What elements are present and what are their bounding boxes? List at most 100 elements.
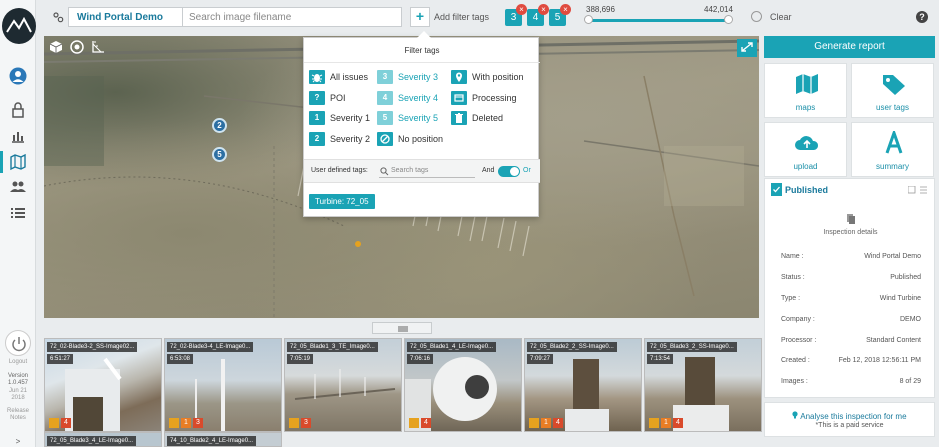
- detail-row-company: Company : DEMO: [781, 316, 921, 323]
- left-nav: Logout Version 1.0.457 Jun 21 2018 Relea…: [0, 0, 36, 447]
- severity-badge-comment-icon: [529, 418, 539, 428]
- generate-report-button[interactable]: Generate report: [764, 36, 935, 58]
- analyse-inspection-box[interactable]: Analyse this inspection for me *This is …: [764, 402, 935, 437]
- plus-icon: +: [415, 8, 425, 24]
- help-icon[interactable]: ?: [916, 11, 928, 23]
- user-defined-tags-label: User defined tags:: [311, 167, 368, 174]
- severity-badge-comment-icon: [409, 418, 419, 428]
- thumbnail-time: 6:51:27: [47, 354, 74, 364]
- tile-label: summary: [876, 162, 909, 171]
- image-thumbnail[interactable]: 72_05_Blade1_4_LE-Image0... 7:06:16 4: [404, 338, 522, 432]
- map-nav-icon[interactable]: [9, 153, 27, 171]
- clear-icon[interactable]: [751, 11, 762, 22]
- user-tag-chip[interactable]: Turbine: 72_05: [309, 194, 375, 209]
- range-slider-track[interactable]: [588, 19, 728, 22]
- expand-map-button[interactable]: [737, 39, 757, 57]
- top-bar: Wind Portal Demo + Add filter tags 3 × 4…: [36, 0, 939, 34]
- nav-footer-line1[interactable]: Logout: [0, 359, 36, 366]
- logo-mountain-icon: [6, 16, 32, 33]
- lock-icon[interactable]: [9, 101, 27, 119]
- detail-key: Status :: [781, 274, 805, 281]
- ruler-icon[interactable]: [91, 40, 109, 58]
- version-label: Version: [7, 373, 28, 379]
- range-min-value: 388,696: [586, 5, 615, 14]
- filter-tag-label: Severity 5: [398, 113, 439, 123]
- image-thumbnail[interactable]: 74_10_Blade2_4_LE-Image0...: [164, 432, 282, 447]
- and-label: And: [482, 167, 495, 174]
- cube-icon[interactable]: [49, 40, 67, 58]
- add-filter-button[interactable]: +: [410, 7, 430, 27]
- active-filter-chip-severity-5[interactable]: 5 ×: [549, 4, 571, 26]
- thumbnail-title: 72_05_Blade1_3_TE_Image0...: [287, 342, 378, 352]
- power-button[interactable]: [5, 330, 31, 356]
- detail-value: Feb 12, 2018 12:56:11 PM: [838, 357, 921, 364]
- thumbnail-time: 7:06:16: [407, 354, 434, 364]
- thumbnail-title: 72_05_Blade1_4_LE-Image0...: [407, 342, 497, 352]
- summary-tile[interactable]: summary: [851, 122, 934, 177]
- range-slider-min-handle[interactable]: [584, 15, 593, 24]
- filter-popup-title: Filter tags: [404, 46, 440, 55]
- search-tags-input[interactable]: Search tags: [379, 165, 475, 178]
- pin-icon: [451, 70, 467, 84]
- notes-label[interactable]: Notes: [0, 415, 36, 422]
- menu-icon: [920, 186, 927, 194]
- list-icon[interactable]: [9, 204, 27, 222]
- detail-value: Wind Turbine: [879, 295, 921, 302]
- user-tags-tile[interactable]: user tags: [851, 63, 934, 118]
- active-filter-chip-severity-3[interactable]: 3 ×: [505, 4, 527, 26]
- chart-icon[interactable]: [9, 127, 27, 145]
- thumbnail-title: 74_10_Blade2_4_LE-Image0...: [167, 436, 257, 446]
- image-thumbnail[interactable]: 72_02-Blade3-2_SS-Image02... 6:51:27 4: [44, 338, 162, 432]
- release-label[interactable]: Release: [0, 408, 36, 415]
- thumbnail-time: 7:09:27: [527, 354, 554, 364]
- filter-tag-label: POI: [330, 93, 346, 103]
- detail-row-type: Type : Wind Turbine: [781, 295, 921, 302]
- severity-badge-comment-icon: [169, 418, 179, 428]
- users-icon[interactable]: [9, 178, 27, 196]
- map-marker[interactable]: 2: [212, 118, 227, 133]
- detail-value: Standard Content: [866, 337, 921, 344]
- clear-button[interactable]: Clear: [770, 12, 792, 22]
- user-avatar-icon[interactable]: [9, 67, 27, 85]
- image-thumbnail[interactable]: 72_05_Blade3_4_LE-Image0...: [44, 432, 162, 447]
- remove-chip-icon[interactable]: ×: [516, 4, 527, 15]
- range-slider-max-handle[interactable]: [724, 15, 733, 24]
- map-icon: [796, 74, 818, 94]
- image-thumbnail[interactable]: 72_05_Blade2_2_SS-Image0... 7:09:27 1 4: [524, 338, 642, 432]
- image-thumbnail-strip: 72_02-Blade3-2_SS-Image02... 6:51:27 4 7…: [44, 336, 762, 447]
- user-defined-tags-bar: User defined tags: Search tags And Or: [304, 159, 540, 183]
- thumbnail-title: 72_02-Blade3-4_LE-Image0...: [167, 342, 254, 352]
- search-icon: [380, 167, 389, 176]
- image-thumbnail[interactable]: 72_05_Blade1_3_TE_Image0... 7:05:19 3: [284, 338, 402, 432]
- image-thumbnail[interactable]: 72_02-Blade3-4_LE-Image0... 6:53:08 1 3: [164, 338, 282, 432]
- collapse-nav-icon[interactable]: >: [0, 438, 36, 446]
- summary-icon: [885, 131, 903, 154]
- remove-chip-icon[interactable]: ×: [538, 4, 549, 15]
- add-filter-label[interactable]: Add filter tags: [434, 12, 489, 22]
- image-filename-search-input[interactable]: [182, 7, 402, 27]
- and-or-toggle[interactable]: [498, 166, 520, 177]
- map-resize-handle[interactable]: [372, 322, 432, 334]
- app-logo[interactable]: [2, 8, 36, 44]
- severity-badge: 1: [181, 418, 191, 428]
- detail-row-name: Name : Wind Portal Demo: [781, 253, 921, 260]
- grip-icon: [398, 326, 408, 332]
- map-marker[interactable]: 5: [212, 147, 227, 162]
- upload-tile[interactable]: upload: [764, 122, 847, 177]
- maps-tile[interactable]: maps: [764, 63, 847, 118]
- severity-badge-comment-icon: [289, 418, 299, 428]
- tile-label: user tags: [876, 103, 909, 112]
- severity-badge: 4: [61, 418, 71, 428]
- severity-1-icon: 1: [309, 111, 325, 125]
- detail-row-images: Images : 8 of 29: [781, 378, 921, 385]
- settings-toggle-icon[interactable]: [52, 11, 64, 26]
- remove-chip-icon[interactable]: ×: [560, 4, 571, 15]
- filter-tag-label: Deleted: [472, 113, 504, 123]
- version-date-line2: 2018: [11, 395, 25, 401]
- active-filter-chip-severity-4[interactable]: 4 ×: [527, 4, 549, 26]
- range-max-value: 442,014: [704, 5, 733, 14]
- map-poi-dot[interactable]: [355, 241, 361, 247]
- image-thumbnail[interactable]: 72_05_Blade3_2_SS-Image0... 7:13:54 1 4: [644, 338, 762, 432]
- analyse-inspection-link[interactable]: Analyse this inspection for me: [765, 411, 934, 421]
- target-icon[interactable]: [70, 40, 88, 58]
